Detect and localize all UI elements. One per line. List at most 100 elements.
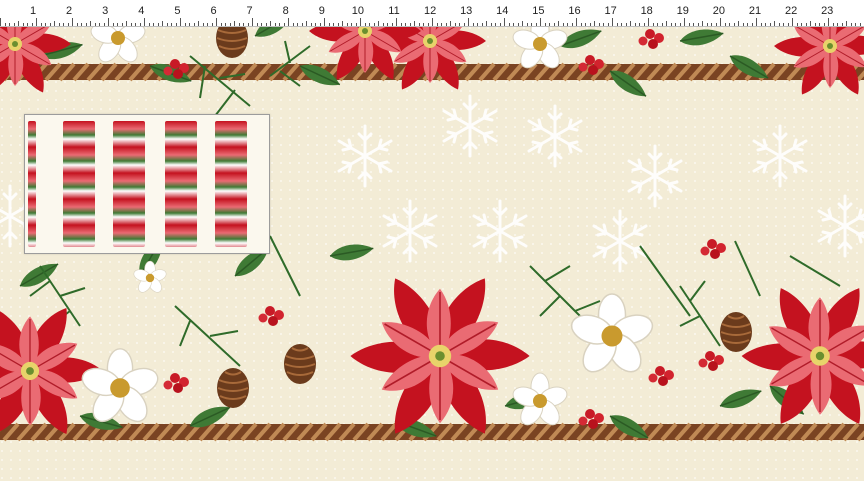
- ruler-tick: [540, 18, 541, 26]
- ruler-tick: [765, 23, 766, 26]
- ruler-tick: [198, 21, 199, 26]
- ruler-tick: [684, 18, 685, 26]
- ruler-tick: [229, 23, 231, 26]
- ruler-number: 11: [388, 5, 400, 17]
- ruler-tick: [391, 23, 393, 26]
- ruler-tick: [54, 21, 55, 26]
- ruler-tick: [315, 23, 316, 26]
- ruler-tick: [616, 23, 618, 26]
- ruler-tick: [832, 23, 834, 26]
- ruler-tick: [783, 23, 784, 26]
- ruler-tick: [279, 23, 280, 26]
- ruler-tick: [859, 23, 861, 26]
- ruler-tick: [67, 23, 69, 26]
- thumbnail-strip: [165, 121, 197, 247]
- ruler-tick: [535, 23, 537, 26]
- ruler-tick: [639, 23, 640, 26]
- ruler-tick: [288, 18, 289, 26]
- ruler-tick: [225, 23, 226, 26]
- ruler-tick: [477, 23, 478, 26]
- repeat-preview-thumbnail: [24, 114, 270, 254]
- ruler-tick: [823, 23, 825, 26]
- ruler-tick: [409, 23, 411, 26]
- ruler-tick: [45, 23, 46, 26]
- ruler-tick: [715, 23, 717, 26]
- ruler-tick: [360, 18, 361, 26]
- ruler-tick: [175, 23, 177, 26]
- ruler-tick: [792, 18, 793, 26]
- thumbnail-strip: [63, 121, 95, 247]
- ruler-tick: [459, 23, 460, 26]
- ruler-tick: [607, 23, 609, 26]
- ruler-number: 10: [351, 5, 365, 17]
- ruler-tick: [837, 23, 838, 26]
- ruler-number: 9: [318, 5, 325, 17]
- ruler-tick: [351, 23, 352, 26]
- ruler-tick: [666, 21, 667, 26]
- ruler-tick: [544, 23, 546, 26]
- ruler-tick: [702, 21, 703, 26]
- inch-ruler: 1 2 3 4 5 6 7 8 9 10 11 12 13 14 15 16 17 18 19 20 21 22 23: [0, 0, 864, 27]
- ruler-number: 23: [821, 5, 834, 17]
- ruler-tick: [855, 23, 856, 26]
- ruler-tick: [333, 23, 334, 26]
- ruler-tick: [148, 23, 150, 26]
- ruler-tick: [18, 21, 19, 26]
- ruler-tick: [517, 23, 519, 26]
- ruler-tick: [342, 21, 343, 26]
- ruler-tick: [828, 18, 829, 26]
- ruler-tick: [85, 23, 87, 26]
- ruler-tick: [603, 23, 604, 26]
- ruler-tick: [598, 23, 600, 26]
- ruler-tick: [337, 23, 339, 26]
- ruler-tick: [22, 23, 24, 26]
- ruler-tick: [418, 23, 420, 26]
- ruler-tick: [526, 23, 528, 26]
- ruler-tick: [774, 21, 775, 26]
- ruler-tick: [711, 23, 712, 26]
- ruler-tick: [166, 23, 168, 26]
- ruler-tick: [585, 23, 586, 26]
- ruler-tick: [580, 23, 582, 26]
- ruler-tick: [76, 23, 78, 26]
- ruler-tick: [297, 23, 298, 26]
- ruler-tick: [679, 23, 681, 26]
- ruler-tick: [171, 23, 172, 26]
- ruler-tick: [819, 23, 820, 26]
- ruler-tick: [652, 23, 654, 26]
- ruler-number: 21: [748, 5, 762, 17]
- ruler-tick: [396, 18, 397, 26]
- ruler-tick: [454, 23, 456, 26]
- ruler-tick: [378, 21, 379, 26]
- ruler-tick: [139, 23, 141, 26]
- ruler-tick: [643, 23, 645, 26]
- ruler-tick: [661, 23, 663, 26]
- ruler-tick: [400, 23, 402, 26]
- ruler-tick: [265, 23, 267, 26]
- ruler-tick: [697, 23, 699, 26]
- ruler-tick: [553, 23, 555, 26]
- ruler-number: 3: [102, 5, 109, 17]
- ruler-tick: [112, 23, 114, 26]
- ruler-tick: [733, 23, 735, 26]
- ruler-tick: [778, 23, 780, 26]
- ruler-tick: [36, 18, 37, 26]
- ruler-tick: [216, 18, 217, 26]
- ruler-tick: [549, 23, 550, 26]
- ruler-number: 2: [66, 5, 73, 17]
- ruler-tick: [234, 21, 235, 26]
- ruler-tick: [355, 23, 357, 26]
- ruler-tick: [769, 23, 771, 26]
- ruler-tick: [405, 23, 406, 26]
- ruler-number: 4: [138, 5, 145, 17]
- ruler-tick: [49, 23, 51, 26]
- ruler-tick: [121, 23, 123, 26]
- ruler-number: 15: [532, 5, 545, 17]
- ruler-tick: [117, 23, 118, 26]
- ruler-tick: [634, 23, 636, 26]
- ruler-tick: [558, 21, 559, 26]
- ruler-number: 13: [460, 5, 473, 17]
- ruler-tick: [126, 21, 127, 26]
- ruler-tick: [756, 18, 757, 26]
- ruler-tick: [567, 23, 568, 26]
